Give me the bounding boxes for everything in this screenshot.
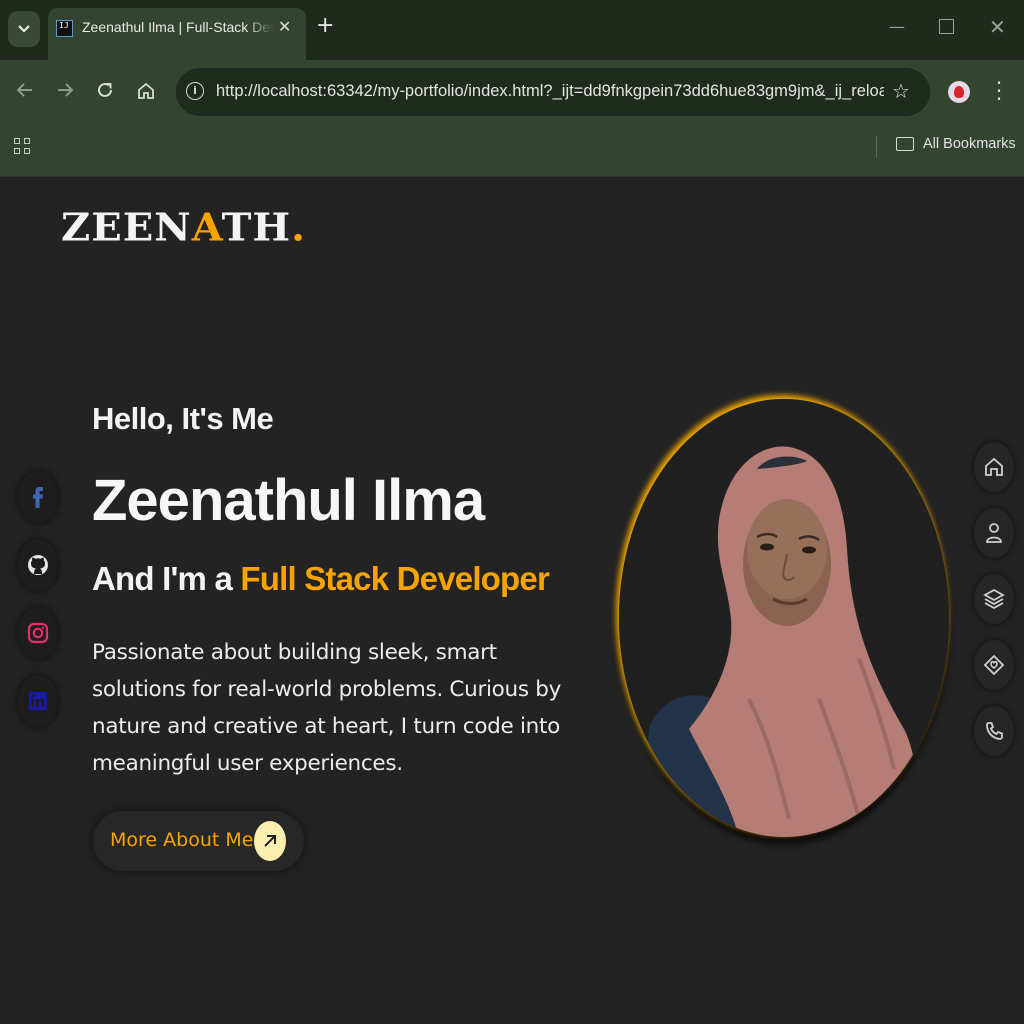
role-prefix: And I'm a <box>92 560 241 597</box>
more-about-me-button[interactable]: More About Me <box>93 811 304 871</box>
hero-role: And I'm a Full Stack Developer <box>92 560 550 598</box>
kebab-menu-icon[interactable]: · · · <box>994 73 1004 109</box>
all-bookmarks-link[interactable]: All Bookmarks <box>923 136 1016 152</box>
url-text[interactable]: http://localhost:63342/my-portfolio/inde… <box>216 82 884 101</box>
home-icon <box>985 457 1003 476</box>
portfolio-page: ZEENATH. Hello, It's Me Zeenathul Ilma A… <box>0 177 1024 1024</box>
user-icon <box>986 523 1002 543</box>
home-button[interactable] <box>136 81 156 106</box>
tab-title: Zeenathul Ilma | Full-Stack Developer <box>82 19 274 35</box>
side-nav-portfolio[interactable] <box>974 640 1014 690</box>
info-icon[interactable]: i <box>186 82 204 100</box>
person-illustration <box>619 399 949 837</box>
side-nav-about[interactable] <box>974 508 1014 558</box>
tab-search-button[interactable] <box>8 11 40 47</box>
logo-dot: . <box>291 205 307 250</box>
forward-button[interactable] <box>56 81 74 104</box>
webstorm-favicon-icon: IJ <box>56 20 73 37</box>
back-button[interactable] <box>16 81 34 104</box>
tab-strip: IJ Zeenathul Ilma | Full-Stack Developer… <box>0 0 1024 60</box>
hero-name: Zeenathul Ilma <box>92 468 485 533</box>
arrow-up-right-icon <box>254 821 286 861</box>
cta-label: More About Me <box>110 829 254 851</box>
profile-avatar[interactable] <box>948 81 970 103</box>
profile-photo <box>619 399 949 837</box>
star-icon[interactable]: ☆ <box>892 79 910 103</box>
facebook-icon <box>33 487 43 508</box>
chevron-down-icon <box>18 25 30 33</box>
maximize-icon[interactable] <box>939 19 954 34</box>
github-icon <box>28 555 48 575</box>
address-bar[interactable]: i http://localhost:63342/my-portfolio/in… <box>176 68 930 116</box>
minimize-icon[interactable]: — <box>889 17 905 36</box>
toolbar: i http://localhost:63342/my-portfolio/in… <box>0 60 1024 126</box>
phone-icon <box>986 722 1003 740</box>
greeting: Hello, It's Me <box>92 401 274 436</box>
apps-grid-icon[interactable] <box>14 138 32 156</box>
bookmarks-bar: All Bookmarks <box>0 126 1024 177</box>
folder-icon[interactable] <box>896 137 914 151</box>
reload-button[interactable] <box>96 81 114 104</box>
tab-active[interactable]: IJ Zeenathul Ilma | Full-Stack Developer… <box>48 8 306 60</box>
home-icon <box>138 82 154 99</box>
side-nav-contact[interactable] <box>974 706 1014 756</box>
linkedin-icon <box>29 692 47 710</box>
instagram-icon <box>27 622 49 644</box>
bookmarks-divider <box>876 136 877 158</box>
browser-window: IJ Zeenathul Ilma | Full-Stack Developer… <box>0 0 1024 1024</box>
logo-part1: ZEEN <box>61 205 192 250</box>
logo-part2: TH <box>221 205 292 250</box>
side-nav-services[interactable] <box>974 574 1014 624</box>
role-highlight: Full Stack Developer <box>240 560 549 597</box>
side-nav-home[interactable] <box>974 442 1014 492</box>
github-button[interactable] <box>18 539 58 591</box>
linkedin-button[interactable] <box>18 675 58 727</box>
window-close-icon[interactable]: ✕ <box>989 15 1006 39</box>
arrow-right-icon <box>58 83 74 97</box>
logo-accent: A <box>191 205 222 250</box>
reload-icon <box>98 82 112 97</box>
diamond-heart-icon <box>983 654 1005 676</box>
plus-icon[interactable]: + <box>316 15 334 37</box>
facebook-button[interactable] <box>18 471 58 523</box>
hero-bio: Passionate about building sleek, smart s… <box>92 640 562 776</box>
close-icon[interactable]: ✕ <box>278 17 291 36</box>
layers-icon <box>983 588 1005 610</box>
arrow-left-icon <box>16 83 32 97</box>
site-logo[interactable]: ZEENATH. <box>61 204 306 252</box>
instagram-button[interactable] <box>18 607 58 659</box>
